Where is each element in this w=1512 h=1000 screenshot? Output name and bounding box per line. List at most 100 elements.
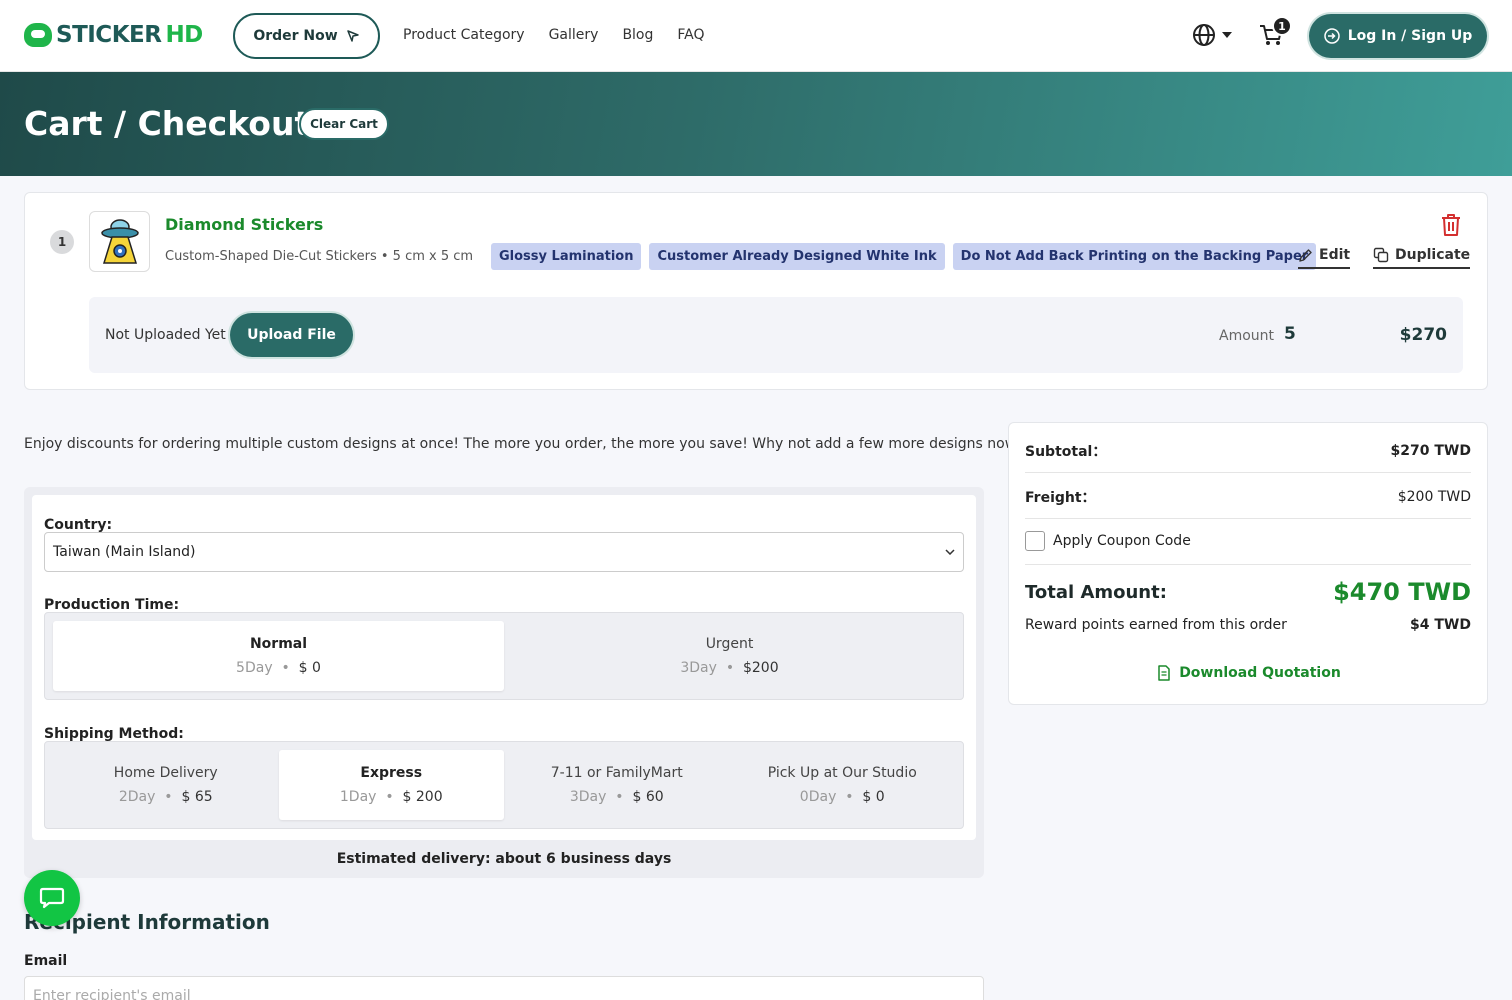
estimated-delivery: Estimated delivery: about 6 business day… [336,851,672,867]
amount-label: Amount [1219,328,1275,344]
cursor-click-icon [346,30,359,42]
option-tag: Customer Already Designed White Ink [649,243,945,270]
nav-faq[interactable]: FAQ [677,27,704,43]
divider [1025,564,1471,565]
option-name: Express [360,765,423,781]
shipping-option-pickup[interactable]: Pick Up at Our Studio 0Day • $ 0 [730,750,956,820]
production-time-label: Production Time: [44,597,180,613]
clear-cart-button[interactable]: Clear Cart [299,108,389,140]
login-icon [1323,28,1340,44]
top-navigation-bar: STICKER HD Order Now Product Category Gal… [0,0,1512,72]
login-signup-button[interactable]: Log In / Sign Up [1309,14,1487,58]
option-days: 3Day [569,789,607,805]
nav-product-category[interactable]: Product Category [403,27,525,43]
edit-item-button[interactable]: Edit [1298,247,1351,269]
main-nav: Product Category Gallery Blog FAQ [403,27,705,43]
option-meta: 2Day • $ 65 [118,789,213,805]
option-meta: 5Day • $ 0 [236,660,321,676]
copy-icon [1373,247,1389,263]
option-days: 2Day [118,789,156,805]
globe-icon [1193,24,1215,46]
option-days: 1Day [339,789,377,805]
reward-label: Reward points earned from this order [1025,617,1287,633]
divider [1025,518,1471,519]
edit-label: Edit [1319,247,1351,263]
nav-blog[interactable]: Blog [622,27,653,43]
subtotal-label: Subtotal： [1025,444,1107,460]
order-summary: Subtotal： $270 TWD Freight： $200 TWD App… [1008,422,1488,705]
reward-row: Reward points earned from this order $4 … [1025,617,1471,633]
option-days: 3Day [680,660,717,676]
nav-gallery[interactable]: Gallery [549,27,599,43]
chevron-down-icon [945,549,955,555]
option-tags: Glossy Lamination Customer Already Desig… [491,243,1317,270]
duplicate-label: Duplicate [1395,247,1471,263]
option-name: Home Delivery [113,765,218,781]
item-price: $270 [1399,325,1447,345]
option-name: Pick Up at Our Studio [767,765,917,781]
product-thumbnail[interactable] [89,211,150,272]
shipping-method-label: Shipping Method: [44,726,184,742]
shipping-form: Country: Taiwan (Main Island) Production… [32,495,976,840]
cart-item-card: 1 Diamond Stickers Custom-Shaped Die-Cut… [24,192,1488,390]
trash-icon[interactable] [1440,213,1462,237]
option-cost: $ 0 [298,660,321,676]
option-tag: Do Not Add Back Printing on the Backing … [952,243,1317,270]
option-meta: 3Day • $200 [680,660,779,676]
chat-bubble-icon [39,887,65,909]
option-meta: 3Day • $ 60 [569,789,664,805]
production-option-normal[interactable]: Normal 5Day • $ 0 [53,621,504,691]
option-cost: $200 [742,660,779,676]
logo-icon [24,23,52,47]
coupon-checkbox[interactable] [1025,531,1045,551]
email-input[interactable] [24,976,984,1000]
reward-value: $4 TWD [1410,617,1471,633]
upload-row: Not Uploaded Yet Upload File Amount 5 $2… [89,297,1463,373]
freight-label: Freight： [1025,490,1096,506]
option-name: 7-11 or FamilyMart [550,765,683,781]
option-meta: 1Day • $ 200 [339,789,443,805]
upload-file-button[interactable]: Upload File [230,313,353,357]
logo[interactable]: STICKER HD [24,22,203,48]
option-cost: $ 60 [632,789,664,805]
production-option-urgent[interactable]: Urgent 3Day • $200 [504,621,955,691]
promo-text: Enjoy discounts for ordering multiple cu… [24,436,1024,452]
document-icon [1158,665,1170,681]
freight-row: Freight： $200 TWD [1025,487,1471,507]
logo-text-hd: HD [165,22,203,48]
language-selector[interactable] [1192,23,1232,47]
cart-count-badge: 1 [1272,16,1292,36]
download-quotation-label: Download Quotation [1179,665,1341,681]
login-label: Log In / Sign Up [1347,28,1473,44]
shipping-option-convenience-store[interactable]: 7-11 or FamilyMart 3Day • $ 60 [504,750,730,820]
shipping-option-express[interactable]: Express 1Day • $ 200 [278,750,504,820]
option-tag: Glossy Lamination [491,243,642,270]
country-label: Country: [44,517,113,533]
download-quotation-link[interactable]: Download Quotation [1009,665,1489,681]
order-now-button[interactable]: Order Now [233,13,380,59]
option-days: 0Day [799,789,837,805]
total-label: Total Amount: [1025,581,1167,603]
page-banner: Cart / Checkout Clear Cart [0,72,1512,176]
order-now-label: Order Now [253,28,338,44]
total-value: $470 TWD [1333,578,1471,606]
email-label: Email [24,953,68,969]
option-meta: 0Day • $ 0 [799,789,885,805]
product-name[interactable]: Diamond Stickers [165,215,323,234]
freight-value: $200 TWD [1397,489,1471,505]
coupon-label[interactable]: Apply Coupon Code [1053,533,1191,549]
subtotal-value: $270 TWD [1390,443,1471,459]
chat-button[interactable] [24,870,80,926]
logo-text-sticker: STICKER [56,22,162,48]
coupon-row: Apply Coupon Code [1025,531,1471,551]
production-time-options: Normal 5Day • $ 0 Urgent 3Day • $200 [44,612,964,700]
shipping-option-home-delivery[interactable]: Home Delivery 2Day • $ 65 [53,750,279,820]
amount-value: 5 [1284,324,1296,344]
country-select[interactable]: Taiwan (Main Island) [44,532,964,572]
option-cost: $ 0 [862,789,885,805]
duplicate-item-button[interactable]: Duplicate [1373,247,1471,269]
option-name: Normal [249,636,308,652]
chevron-down-icon [1222,32,1232,38]
option-cost: $ 200 [402,789,443,805]
pencil-icon [1299,248,1312,262]
